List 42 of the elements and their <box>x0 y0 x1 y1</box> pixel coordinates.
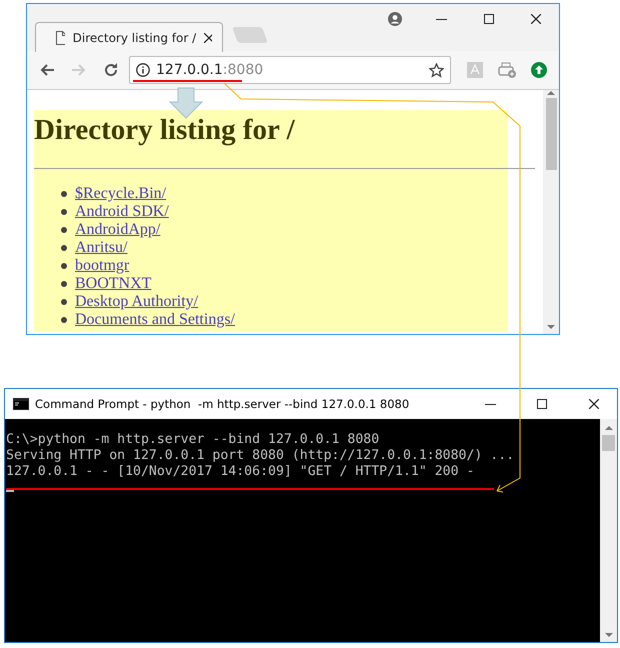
close-icon[interactable] <box>589 399 599 409</box>
minimize-icon[interactable] <box>436 18 447 20</box>
console-line: C:\>python -m http.server --bind 127.0.0.1 8080 <box>6 432 380 448</box>
profile-icon[interactable] <box>388 12 402 26</box>
directory-link[interactable]: Documents and Settings/ <box>75 311 235 329</box>
window-title: Command Prompt - python -m http.server --bind 127.0.0.1 8080 <box>35 397 410 411</box>
directory-link[interactable]: $Recycle.Bin/ <box>75 185 166 203</box>
terminal-icon <box>13 398 29 410</box>
address-field[interactable]: 127.0.0.1:8080 <box>129 56 451 84</box>
scrollbar[interactable] <box>543 90 559 334</box>
directory-link[interactable]: Anritsu/ <box>75 239 128 257</box>
scroll-down-icon[interactable] <box>547 324 555 330</box>
console-line: 127.0.0.1 - - [10/Nov/2017 14:06:09] "GET / HTTP/1.1" 200 - <box>6 464 476 480</box>
scrollbar-thumb[interactable] <box>546 98 556 170</box>
directory-link[interactable]: BOOTNXT <box>75 275 152 293</box>
star-icon[interactable] <box>429 62 444 78</box>
cursor-icon <box>6 489 14 492</box>
directory-link[interactable]: Desktop Authority/ <box>75 293 198 311</box>
directory-link[interactable]: Android SDK/ <box>75 203 169 221</box>
info-icon <box>136 63 150 77</box>
scroll-down-icon[interactable] <box>604 632 612 638</box>
upload-icon[interactable] <box>531 62 547 78</box>
url-host-text: 127.0.0.1 <box>156 62 223 78</box>
printer-icon[interactable] <box>498 62 516 78</box>
down-arrow-icon <box>168 88 204 119</box>
page-icon <box>56 30 65 44</box>
scrollbar-thumb[interactable] <box>602 435 615 451</box>
page-heading: Directory listing for / <box>34 113 296 148</box>
browser-tab[interactable]: Directory listing for / <box>35 22 223 52</box>
directory-link[interactable]: AndroidApp/ <box>75 221 160 239</box>
url-port-text: :8080 <box>222 62 264 78</box>
back-arrow-icon[interactable] <box>40 64 54 76</box>
reload-icon[interactable] <box>104 63 118 77</box>
close-icon[interactable] <box>530 14 540 24</box>
maximize-icon[interactable] <box>484 14 494 24</box>
scroll-up-icon[interactable] <box>604 425 612 431</box>
maximize-icon[interactable] <box>537 399 547 409</box>
directory-link[interactable]: bootmgr <box>75 257 130 275</box>
console-line: Serving HTTP on 127.0.0.1 port 8080 (http://127.0.0.1:8080/) ... <box>6 448 516 464</box>
close-icon[interactable] <box>204 32 212 42</box>
scrollbar[interactable] <box>600 419 617 642</box>
tab-title: Directory listing for / <box>72 30 196 44</box>
